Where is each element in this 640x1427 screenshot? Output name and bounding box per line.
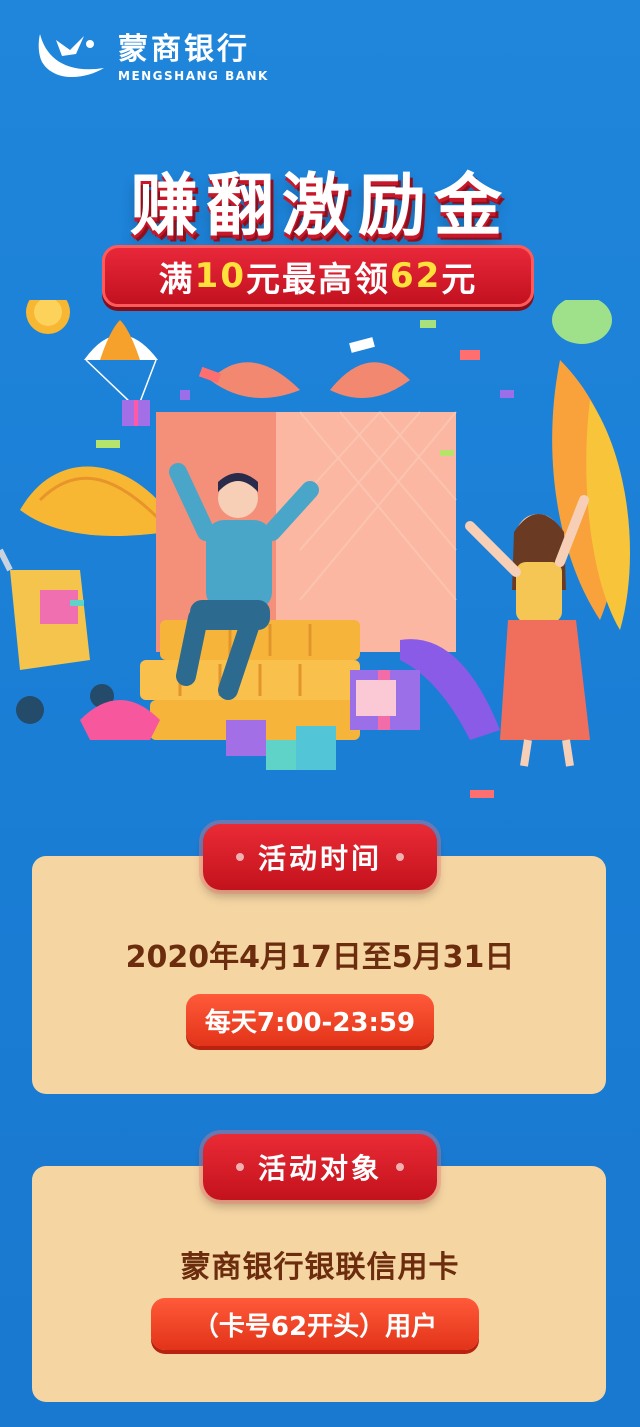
activity-target-badge: 活动对象 (203, 1134, 437, 1200)
activity-date-range: 2020年4月17日至5月31日 (125, 940, 515, 975)
celebration-illustration (0, 300, 630, 798)
shopping-cart-icon (0, 548, 114, 724)
activity-time-badge: 活动时间 (203, 824, 437, 890)
hero-title: 赚翻激励金 (129, 167, 510, 246)
subtitle-amount-max: 62 (390, 256, 442, 296)
subtitle-prefix: 满 (158, 259, 195, 300)
bank-name-cn: 蒙商银行 (118, 32, 250, 67)
parachute-gift-icon (84, 320, 158, 426)
dot-decoration (235, 1163, 244, 1171)
high-heel-icon (80, 700, 160, 740)
activity-time-label: 活动时间 (257, 842, 382, 875)
activity-target-label: 活动对象 (257, 1152, 382, 1185)
daily-hours-text: 每天7:00-23:59 (204, 1007, 416, 1038)
hero-subtitle: 满 10 元最高领 62 元 (102, 245, 534, 307)
subtitle-amount-min: 10 (194, 256, 246, 296)
coin-icon (552, 300, 612, 344)
bank-logo[interactable]: 蒙商银行 MENGSHANG BANK (36, 28, 269, 88)
subtitle-middle: 元最高领 (246, 259, 390, 300)
bank-logo-icon (38, 34, 104, 78)
page-background: 蒙商银行 MENGSHANG BANK 赚翻激励金 满10元最高领62元 (0, 0, 640, 1427)
dot-decoration (235, 853, 244, 861)
subtitle-suffix: 元 (441, 259, 478, 300)
target-user-pill: （卡号62开头）用户 (151, 1298, 479, 1350)
dot-decoration (396, 853, 404, 861)
bank-name-en: MENGSHANG BANK (118, 69, 269, 83)
dot-decoration (396, 1163, 404, 1171)
target-user-text: （卡号62开头）用户 (192, 1311, 438, 1342)
daily-hours-pill: 每天7:00-23:59 (186, 994, 434, 1046)
coin-icon (26, 300, 70, 334)
target-card-type: 蒙商银行银联信用卡 (180, 1250, 460, 1285)
